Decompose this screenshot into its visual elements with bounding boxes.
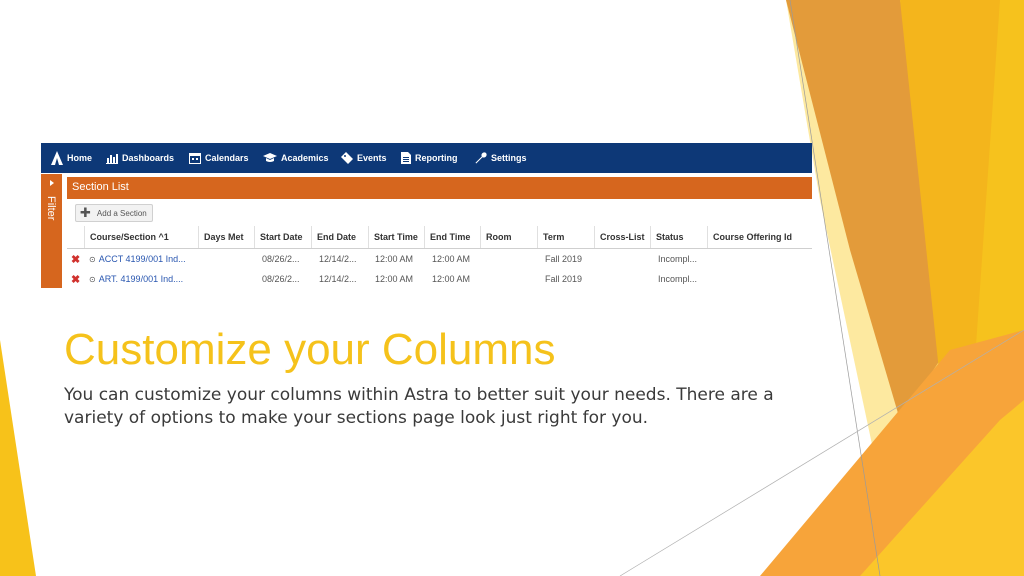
add-section-button[interactable]: ✚ Add a Section — [75, 204, 153, 222]
graduation-cap-icon — [263, 153, 277, 163]
add-section-label: Add a Section — [96, 208, 147, 218]
filter-panel-toggle[interactable]: Filter — [41, 174, 62, 288]
slide-decoration — [0, 0, 1024, 576]
col-course-section[interactable]: Course/Section ^1 — [84, 226, 198, 248]
nav-label: Calendars — [205, 153, 249, 163]
status-cell: Incompl... — [658, 254, 698, 264]
end-time-cell: 12:00 AM — [432, 254, 471, 264]
document-icon — [401, 152, 411, 164]
end-date-cell: 12/14/2... — [319, 274, 357, 284]
left-yellow-shape — [0, 340, 36, 576]
table-header: Course/Section ^1 Days Met Start Date En… — [67, 226, 812, 249]
col-start-time[interactable]: Start Time — [368, 226, 424, 248]
nav-label: Settings — [491, 153, 527, 163]
calendar-icon — [189, 152, 201, 164]
col-end-date[interactable]: End Date — [311, 226, 368, 248]
course-link[interactable]: ART. 4199/001 Ind.... — [99, 274, 183, 284]
expand-circle-icon[interactable]: ⊙ — [89, 275, 96, 284]
course-cell[interactable]: ⊙ ART. 4199/001 Ind.... — [84, 269, 198, 288]
nav-calendars[interactable]: Calendars — [189, 143, 249, 173]
nav-label: Home — [67, 153, 93, 163]
nav-academics[interactable]: Academics — [263, 143, 329, 173]
start-date-cell: 08/26/2... — [262, 274, 300, 284]
slide-title: Customize your Columns — [64, 325, 556, 374]
expand-circle-icon[interactable]: ⊙ — [89, 255, 96, 264]
cross-list-cell — [594, 249, 650, 269]
bar-chart-icon — [106, 153, 118, 164]
start-date-cell: 08/26/2... — [262, 254, 300, 264]
ticket-icon — [341, 152, 353, 164]
expand-arrow-icon — [50, 180, 54, 186]
wrench-icon — [475, 152, 487, 164]
offering-id-cell — [707, 269, 812, 288]
delete-icon[interactable]: ✖ — [67, 269, 84, 288]
col-days-met[interactable]: Days Met — [198, 226, 254, 248]
plus-icon: ✚ — [80, 205, 91, 221]
course-link[interactable]: ACCT 4199/001 Ind... — [99, 254, 186, 264]
end-time-cell: 12:00 AM — [432, 274, 471, 284]
offering-id-cell — [707, 249, 812, 269]
room-cell — [480, 249, 537, 269]
slide-body: You can customize your columns within As… — [64, 385, 774, 428]
days-met-cell — [198, 249, 254, 269]
nav-home[interactable]: Home — [51, 143, 92, 173]
nav-label: Events — [357, 153, 387, 163]
course-cell[interactable]: ⊙ ACCT 4199/001 Ind... — [84, 249, 198, 269]
room-cell — [480, 269, 537, 288]
table-row[interactable]: ✖ ⊙ ACCT 4199/001 Ind... 08/26/2... 12/1… — [67, 249, 812, 269]
astra-screenshot: Home Dashboards Calendars Academics Even… — [41, 143, 812, 288]
cross-list-cell — [594, 269, 650, 288]
term-cell: Fall 2019 — [545, 274, 583, 284]
astra-logo-icon — [51, 151, 63, 165]
col-term[interactable]: Term — [537, 226, 594, 248]
end-date-cell: 12/14/2... — [319, 254, 357, 264]
start-time-cell: 12:00 AM — [375, 254, 414, 264]
nav-events[interactable]: Events — [341, 143, 387, 173]
col-end-time[interactable]: End Time — [424, 226, 480, 248]
nav-label: Reporting — [415, 153, 458, 163]
col-start-date[interactable]: Start Date — [254, 226, 311, 248]
top-navbar: Home Dashboards Calendars Academics Even… — [41, 143, 812, 173]
status-cell: Incompl... — [658, 274, 698, 284]
nav-dashboards[interactable]: Dashboards — [106, 143, 174, 173]
section-list-header: Section List — [67, 177, 812, 199]
nav-label: Academics — [281, 153, 329, 163]
col-room[interactable]: Room — [480, 226, 537, 248]
section-list-title: Section List — [72, 181, 129, 193]
nav-label: Dashboards — [122, 153, 175, 163]
col-cross-list[interactable]: Cross-List — [594, 226, 650, 248]
nav-reporting[interactable]: Reporting — [401, 143, 458, 173]
filter-label: Filter — [45, 196, 57, 221]
term-cell: Fall 2019 — [545, 254, 583, 264]
nav-settings[interactable]: Settings — [475, 143, 527, 173]
header-spacer — [67, 226, 84, 248]
col-course-offering-id[interactable]: Course Offering Id — [707, 226, 812, 248]
days-met-cell — [198, 269, 254, 288]
delete-icon[interactable]: ✖ — [67, 249, 84, 269]
col-status[interactable]: Status — [650, 226, 707, 248]
start-time-cell: 12:00 AM — [375, 274, 414, 284]
table-row[interactable]: ✖ ⊙ ART. 4199/001 Ind.... 08/26/2... 12/… — [67, 269, 812, 288]
